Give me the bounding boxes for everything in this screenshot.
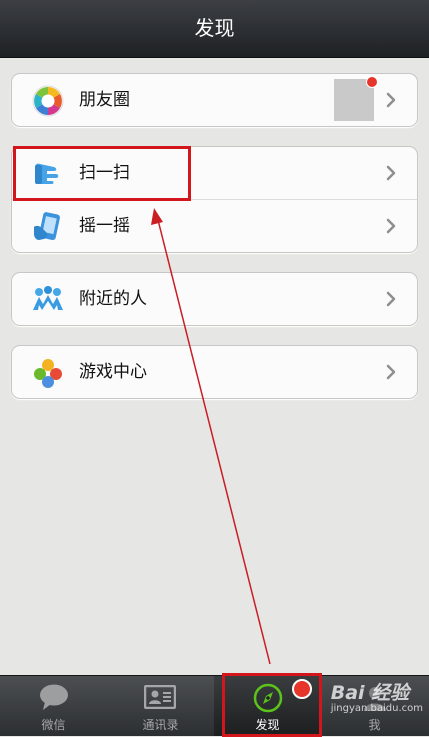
page-title: 发现 [0,0,429,58]
tab-contacts[interactable]: 通讯录 [107,676,214,736]
menu-item-label: 游戏中心 [79,362,147,382]
tab-label: 我 [368,718,381,732]
chevron-right-icon [386,165,396,181]
moments-new-dot [366,76,378,88]
group-moments: 朋友圈 [11,73,418,127]
contacts-card-icon [144,685,176,709]
tab-label: 发现 [255,718,280,732]
people-nearby-icon [33,286,63,310]
menu-item-label: 扫一扫 [79,163,130,183]
menu-item-label: 附近的人 [79,289,147,309]
menu-item-people-nearby[interactable]: 附近的人 [12,273,417,325]
chevron-right-icon [386,291,396,307]
shake-phone-icon [34,212,60,241]
menu-item-shake[interactable]: 摇一摇 [12,199,417,252]
menu-item-label: 摇一摇 [79,216,130,236]
chevron-right-icon [386,92,396,108]
tab-label: 微信 [41,718,66,732]
watermark-url: jingyan.baidu.com [330,703,423,714]
chevron-right-icon [386,218,396,234]
tab-chats[interactable]: 微信 [0,676,107,736]
game-center-icon [34,359,62,388]
menu-item-scan[interactable]: 扫一扫 [12,147,417,199]
group-game-center: 游戏中心 [11,345,418,399]
group-people-nearby: 附近的人 [11,272,418,326]
compass-icon [253,683,283,713]
chevron-right-icon [386,364,396,380]
baidu-watermark: Bai 经验 jingyan.baidu.com [331,678,423,714]
discover-badge [292,679,312,699]
group-scan-shake: 扫一扫 摇一摇 [11,146,418,253]
moments-aperture-icon [32,85,64,117]
chat-bubble-icon [40,684,68,710]
scan-hand-icon [35,163,59,184]
watermark-brand: Bai 经验 [330,682,410,704]
tab-label: 通讯录 [142,718,179,732]
menu-item-game-center[interactable]: 游戏中心 [12,346,417,398]
menu-item-label: 朋友圈 [79,90,130,110]
menu-item-moments[interactable]: 朋友圈 [12,74,417,126]
tab-discover[interactable]: 发现 [214,676,321,736]
